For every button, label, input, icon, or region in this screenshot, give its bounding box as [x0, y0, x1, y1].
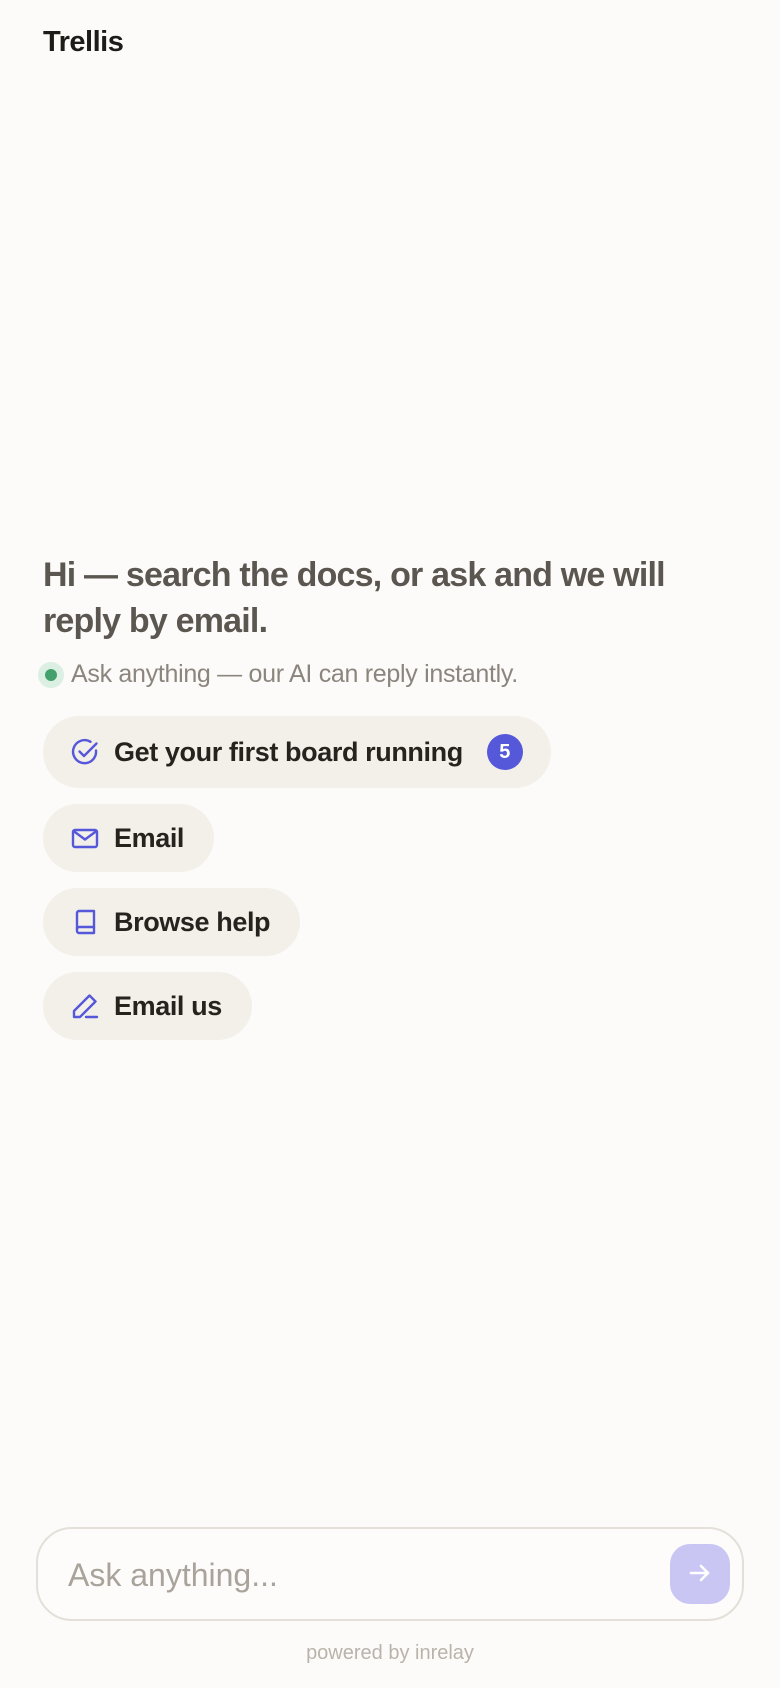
- status-text: Ask anything — our AI can reply instantl…: [71, 660, 518, 688]
- email-us-button[interactable]: Email us: [43, 972, 252, 1040]
- message-composer: [36, 1527, 744, 1621]
- quick-actions: Get your first board running 5 Email Bro…: [43, 716, 733, 1040]
- browse-help-label: Browse help: [114, 906, 271, 937]
- message-input[interactable]: [66, 1549, 630, 1601]
- send-button[interactable]: [670, 1544, 730, 1604]
- book-icon: [70, 907, 100, 937]
- email-button[interactable]: Email: [43, 804, 215, 872]
- get-started-label: Get your first board running: [114, 736, 463, 767]
- online-status-dot: [38, 661, 64, 688]
- brand-logo: Trellis: [43, 26, 124, 58]
- pen-icon: [70, 991, 100, 1021]
- get-started-checklist-button[interactable]: Get your first board running 5: [43, 716, 551, 788]
- checklist-count-badge: 5: [486, 734, 523, 770]
- email-label: Email: [114, 822, 185, 853]
- welcome-headline: Hi — search the docs, or ask and we will…: [43, 556, 666, 640]
- status-row: Ask anything — our AI can reply instantl…: [38, 660, 733, 689]
- checklist-circle-icon: [70, 737, 100, 767]
- welcome-panel: Hi — search the docs, or ask and we will…: [38, 552, 733, 1040]
- powered-by-text: powered by inrelay: [306, 1642, 474, 1664]
- browse-help-button[interactable]: Browse help: [43, 888, 301, 956]
- arrow-right-icon: [687, 1560, 713, 1589]
- mail-icon: [70, 823, 100, 853]
- email-us-label: Email us: [114, 990, 222, 1021]
